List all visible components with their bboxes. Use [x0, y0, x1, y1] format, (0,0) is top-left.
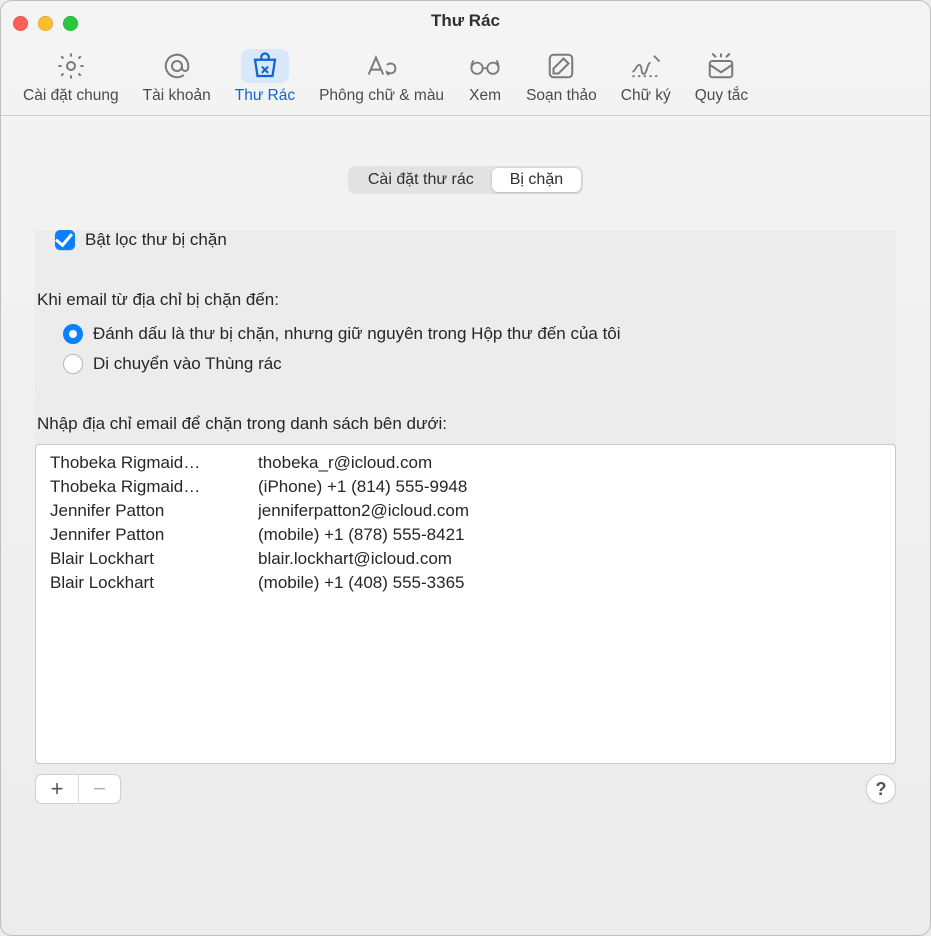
list-item[interactable]: Jennifer Patton (mobile) +1 (878) 555-84… — [46, 523, 885, 547]
blocked-panel: Bật lọc thư bị chặn Khi email từ địa chỉ… — [35, 230, 896, 804]
tab-label: Cài đặt chung — [23, 87, 119, 105]
tab-junk[interactable]: Thư Rác — [223, 45, 307, 109]
contact-name: Blair Lockhart — [50, 573, 240, 593]
blocked-senders-list[interactable]: Thobeka Rigmaid… thobeka_r@icloud.com Th… — [35, 444, 896, 764]
segment-junk-settings[interactable]: Cài đặt thư rác — [350, 168, 492, 192]
remove-button[interactable]: − — [78, 775, 120, 803]
radio-mark-keep[interactable] — [63, 324, 83, 344]
radio-mark-keep-label: Đánh dấu là thư bị chặn, nhưng giữ nguyê… — [93, 324, 621, 344]
help-button[interactable]: ? — [866, 774, 896, 804]
titlebar: Thư Rác — [1, 1, 930, 41]
tab-label: Quy tắc — [695, 87, 748, 105]
contact-name: Jennifer Patton — [50, 501, 240, 521]
list-item[interactable]: Blair Lockhart blair.lockhart@icloud.com — [46, 547, 885, 571]
tab-accounts[interactable]: Tài khoản — [131, 45, 223, 109]
minus-icon: − — [93, 776, 106, 802]
junk-mail-icon — [241, 49, 289, 83]
add-remove-group: + − — [35, 774, 121, 804]
when-blocked-radio-group: Đánh dấu là thư bị chặn, nhưng giữ nguyê… — [35, 324, 896, 374]
fonts-icon — [365, 49, 399, 83]
help-icon: ? — [876, 779, 887, 800]
segment-blocked[interactable]: Bị chặn — [492, 168, 581, 192]
enable-blocked-filter-label: Bật lọc thư bị chặn — [85, 230, 227, 250]
contact-value: blair.lockhart@icloud.com — [258, 549, 881, 569]
tab-label: Tài khoản — [143, 87, 211, 105]
content-pane: Cài đặt thư rác Bị chặn Bật lọc thư bị c… — [1, 116, 930, 824]
contact-value: thobeka_r@icloud.com — [258, 453, 881, 473]
when-blocked-header: Khi email từ địa chỉ bị chặn đến: — [35, 290, 896, 310]
contact-name: Thobeka Rigmaid… — [50, 453, 240, 473]
tab-label: Soạn thảo — [526, 87, 597, 105]
tab-label: Phông chữ & màu — [319, 87, 444, 105]
segmented-control: Cài đặt thư rác Bị chặn — [348, 166, 583, 194]
tab-general[interactable]: Cài đặt chung — [11, 45, 131, 109]
plus-icon: + — [51, 776, 64, 802]
signature-icon — [629, 49, 663, 83]
tab-viewing[interactable]: Xem — [456, 45, 514, 109]
at-icon — [160, 49, 194, 83]
contact-value: (mobile) +1 (408) 555-3365 — [258, 573, 881, 593]
radio-move-trash-label: Di chuyển vào Thùng rác — [93, 354, 282, 374]
contact-value: (mobile) +1 (878) 555-8421 — [258, 525, 881, 545]
radio-mark-keep-row[interactable]: Đánh dấu là thư bị chặn, nhưng giữ nguyê… — [63, 324, 896, 344]
contact-name: Blair Lockhart — [50, 549, 240, 569]
tab-label: Chữ ký — [621, 87, 671, 105]
list-item[interactable]: Blair Lockhart (mobile) +1 (408) 555-336… — [46, 571, 885, 595]
contact-name: Jennifer Patton — [50, 525, 240, 545]
list-item[interactable]: Jennifer Patton jenniferpatton2@icloud.c… — [46, 499, 885, 523]
tab-rules[interactable]: Quy tắc — [683, 45, 760, 109]
tab-label: Xem — [469, 87, 501, 105]
radio-move-trash-row[interactable]: Di chuyển vào Thùng rác — [63, 354, 896, 374]
tab-signatures[interactable]: Chữ ký — [609, 45, 683, 109]
contact-value: jenniferpatton2@icloud.com — [258, 501, 881, 521]
contact-value: (iPhone) +1 (814) 555-9948 — [258, 477, 881, 497]
preferences-window: Thư Rác Cài đặt chung Tài khoản — [0, 0, 931, 936]
tab-fonts[interactable]: Phông chữ & màu — [307, 45, 456, 109]
tab-label: Thư Rác — [235, 87, 295, 105]
compose-icon — [544, 49, 578, 83]
segmented-control-wrap: Cài đặt thư rác Bị chặn — [35, 166, 896, 194]
preferences-toolbar: Cài đặt chung Tài khoản Thư Rác — [1, 41, 930, 116]
list-item[interactable]: Thobeka Rigmaid… thobeka_r@icloud.com — [46, 451, 885, 475]
radio-move-trash[interactable] — [63, 354, 83, 374]
contact-name: Thobeka Rigmaid… — [50, 477, 240, 497]
add-button[interactable]: + — [36, 775, 78, 803]
blocked-list-header: Nhập địa chỉ email để chặn trong danh sá… — [35, 414, 896, 434]
gear-icon — [54, 49, 88, 83]
glasses-icon — [468, 49, 502, 83]
enable-blocked-filter-row[interactable]: Bật lọc thư bị chặn — [35, 230, 896, 250]
tab-composing[interactable]: Soạn thảo — [514, 45, 609, 109]
list-footer: + − ? — [35, 774, 896, 804]
list-item[interactable]: Thobeka Rigmaid… (iPhone) +1 (814) 555-9… — [46, 475, 885, 499]
rules-icon — [704, 49, 738, 83]
window-title: Thư Rác — [1, 11, 930, 31]
enable-blocked-filter-checkbox[interactable] — [55, 230, 75, 250]
